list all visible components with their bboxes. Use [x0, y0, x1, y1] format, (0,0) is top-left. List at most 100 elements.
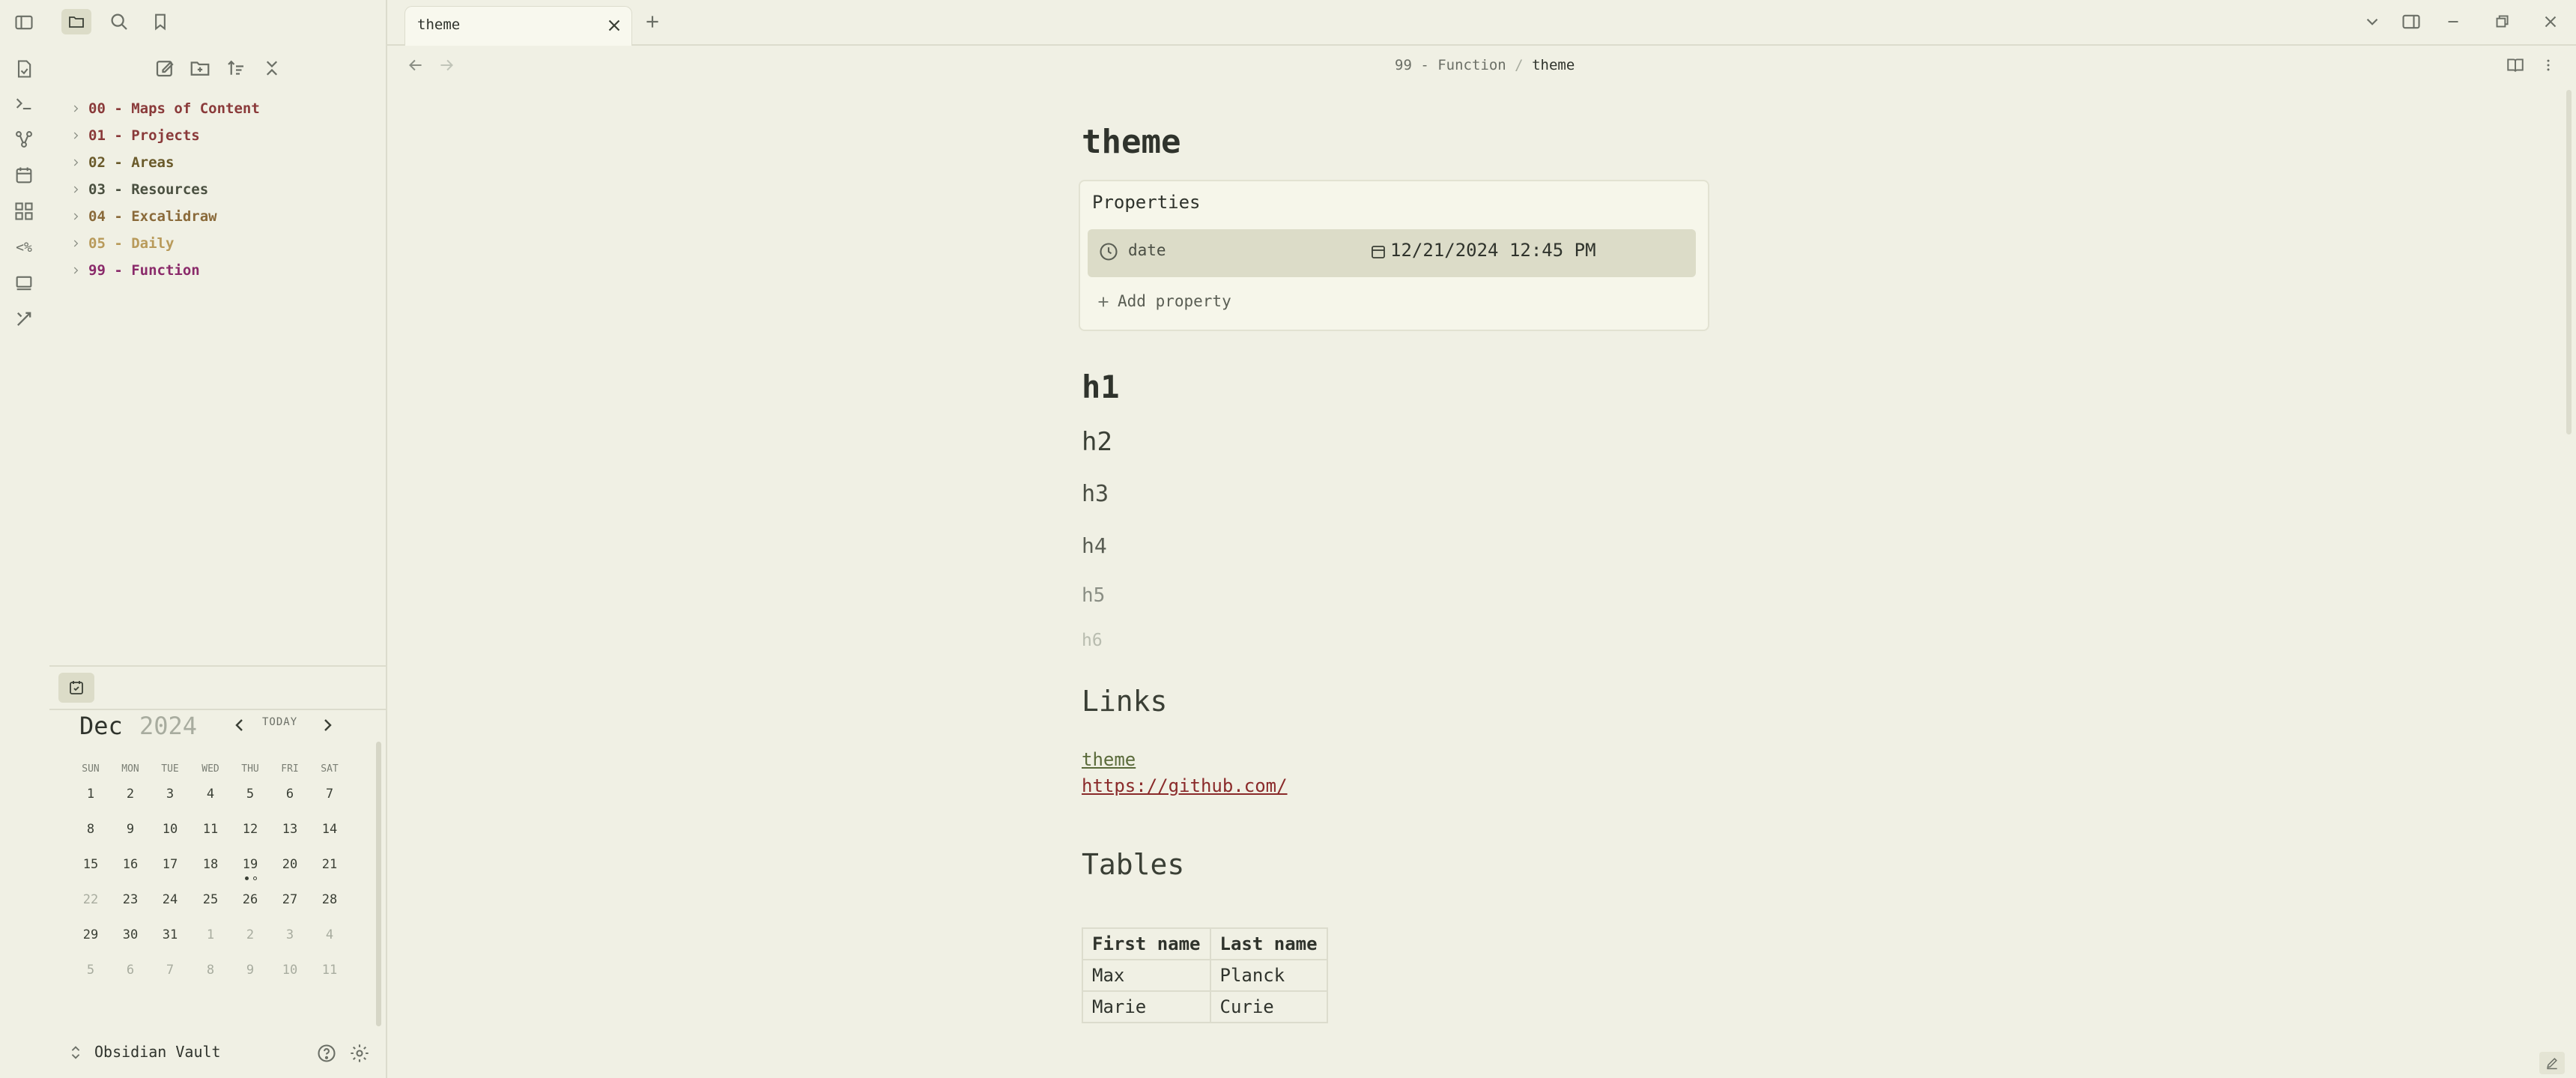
calendar-day[interactable]: 19	[232, 857, 268, 872]
back-arrow-icon[interactable]	[406, 55, 425, 75]
chevron-right-icon[interactable]	[318, 715, 336, 736]
calendar-day[interactable]: 1	[73, 787, 109, 802]
file-tree-folder[interactable]: 02 - Areas	[73, 150, 174, 175]
bookmark-icon[interactable]	[150, 10, 171, 33]
calendar-day[interactable]: 10	[272, 963, 308, 978]
chevron-left-icon[interactable]	[231, 715, 249, 736]
table-cell[interactable]: Max	[1082, 959, 1211, 992]
tab-theme[interactable]: theme	[404, 6, 632, 46]
search-icon[interactable]	[108, 10, 130, 33]
calendar-day[interactable]: 25	[193, 892, 228, 907]
calendar-today-button[interactable]: TODAY	[262, 716, 297, 728]
help-icon[interactable]	[316, 1043, 337, 1064]
calendar-day[interactable]: 11	[312, 963, 348, 978]
properties-heading[interactable]: Properties	[1092, 192, 1201, 213]
calendar-day[interactable]: 21	[312, 857, 348, 872]
calendar-day[interactable]: 20	[272, 857, 308, 872]
calendar-day[interactable]: 28	[312, 892, 348, 907]
calendar-day[interactable]: 22	[73, 892, 109, 907]
calendar-day[interactable]: 10	[152, 822, 188, 837]
calendar-day[interactable]: 27	[272, 892, 308, 907]
calendar-day[interactable]: 3	[272, 927, 308, 942]
calendar-day[interactable]: 26	[232, 892, 268, 907]
new-note-icon[interactable]	[154, 57, 176, 79]
calendar-day[interactable]: 9	[112, 822, 148, 837]
files-icon[interactable]	[61, 9, 91, 34]
calendar-day[interactable]: 23	[112, 892, 148, 907]
table-cell[interactable]: Marie	[1082, 990, 1211, 1023]
calendar-day[interactable]: 16	[112, 857, 148, 872]
add-property-button[interactable]: Add property	[1118, 292, 1231, 310]
chevron-right-icon[interactable]	[70, 177, 82, 202]
chevron-right-icon[interactable]	[70, 150, 82, 175]
table-cell[interactable]: Curie	[1209, 990, 1328, 1023]
breadcrumb-folder[interactable]: 99 - Function	[1395, 57, 1506, 73]
restore-icon[interactable]	[2492, 12, 2512, 31]
more-options-icon[interactable]	[2541, 55, 2556, 75]
new-tab-plus-icon[interactable]	[643, 12, 662, 31]
calendar-day[interactable]: 17	[152, 857, 188, 872]
calendar-day[interactable]: 8	[73, 822, 109, 837]
sidebar-scrollbar[interactable]	[376, 742, 381, 1026]
vault-switcher-icon[interactable]	[67, 1044, 84, 1061]
forward-arrow-icon[interactable]	[437, 55, 456, 75]
calendar-day[interactable]: 13	[272, 822, 308, 837]
chevron-right-icon[interactable]	[70, 204, 82, 229]
close-icon[interactable]	[604, 16, 624, 35]
calendar-day[interactable]: 7	[312, 787, 348, 802]
file-tree-folder[interactable]: 05 - Daily	[73, 231, 174, 256]
breadcrumb-current[interactable]: theme	[1532, 57, 1575, 73]
chevron-right-icon[interactable]	[70, 258, 82, 283]
table-header-cell[interactable]: Last name	[1209, 927, 1328, 960]
calendar-day[interactable]: 5	[232, 787, 268, 802]
file-tree-folder[interactable]: 00 - Maps of Content	[73, 96, 260, 121]
calendar-day[interactable]: 2	[112, 787, 148, 802]
calendar-day[interactable]: 6	[112, 963, 148, 978]
calendar-day[interactable]: 7	[152, 963, 188, 978]
calendar-day[interactable]: 11	[193, 822, 228, 837]
calendar-day[interactable]: 15	[73, 857, 109, 872]
editor-scrollbar[interactable]	[2566, 90, 2572, 434]
right-sidebar-toggle-icon[interactable]	[2400, 11, 2422, 32]
calendar-icon[interactable]	[13, 165, 34, 186]
tab-list-chevron-icon[interactable]	[2363, 12, 2382, 31]
window-close-icon[interactable]	[2541, 12, 2560, 31]
calendar-day[interactable]: 8	[193, 963, 228, 978]
date-picker-icon[interactable]	[1369, 243, 1387, 261]
calendar-day[interactable]: 4	[193, 787, 228, 802]
property-value[interactable]: 12/21/2024 12:45 PM	[1390, 240, 1596, 261]
table-cell[interactable]: Planck	[1209, 959, 1328, 992]
internal-link[interactable]: theme	[1082, 749, 1136, 770]
calendar-day[interactable]: 29	[73, 927, 109, 942]
chevron-right-icon[interactable]	[70, 96, 82, 121]
calendar-day[interactable]: 3	[152, 787, 188, 802]
file-tree-folder[interactable]: 01 - Projects	[73, 123, 200, 148]
chevron-right-icon[interactable]	[70, 231, 82, 256]
graph-icon[interactable]	[13, 129, 34, 150]
calendar-day[interactable]: 5	[73, 963, 109, 978]
calendar-day[interactable]: 24	[152, 892, 188, 907]
edit-mode-icon[interactable]	[2539, 1052, 2565, 1074]
calendar-day[interactable]: 2	[232, 927, 268, 942]
new-folder-icon[interactable]	[189, 57, 211, 79]
calendar-day[interactable]: 30	[112, 927, 148, 942]
tools-icon[interactable]	[13, 309, 34, 330]
calendar-day[interactable]: 6	[272, 787, 308, 802]
calendar-day[interactable]: 1	[193, 927, 228, 942]
file-tree-folder[interactable]: 04 - Excalidraw	[73, 204, 217, 229]
templater-icon[interactable]: <%	[10, 237, 37, 258]
table-header-cell[interactable]: First name	[1082, 927, 1211, 960]
collapse-all-icon[interactable]	[261, 57, 283, 79]
terminal-icon[interactable]	[13, 93, 34, 114]
calendar-day[interactable]: 14	[312, 822, 348, 837]
vault-name[interactable]: Obsidian Vault	[94, 1043, 221, 1061]
sidebar-toggle-icon[interactable]	[13, 12, 35, 33]
calendar-day[interactable]: 12	[232, 822, 268, 837]
property-key[interactable]: date	[1128, 241, 1166, 259]
chevron-right-icon[interactable]	[70, 123, 82, 148]
external-link[interactable]: https://github.com/	[1082, 775, 1288, 796]
reading-view-icon[interactable]	[2505, 55, 2526, 75]
minimize-icon[interactable]	[2443, 12, 2463, 31]
sort-icon[interactable]	[225, 57, 247, 79]
calendar-day[interactable]: 18	[193, 857, 228, 872]
